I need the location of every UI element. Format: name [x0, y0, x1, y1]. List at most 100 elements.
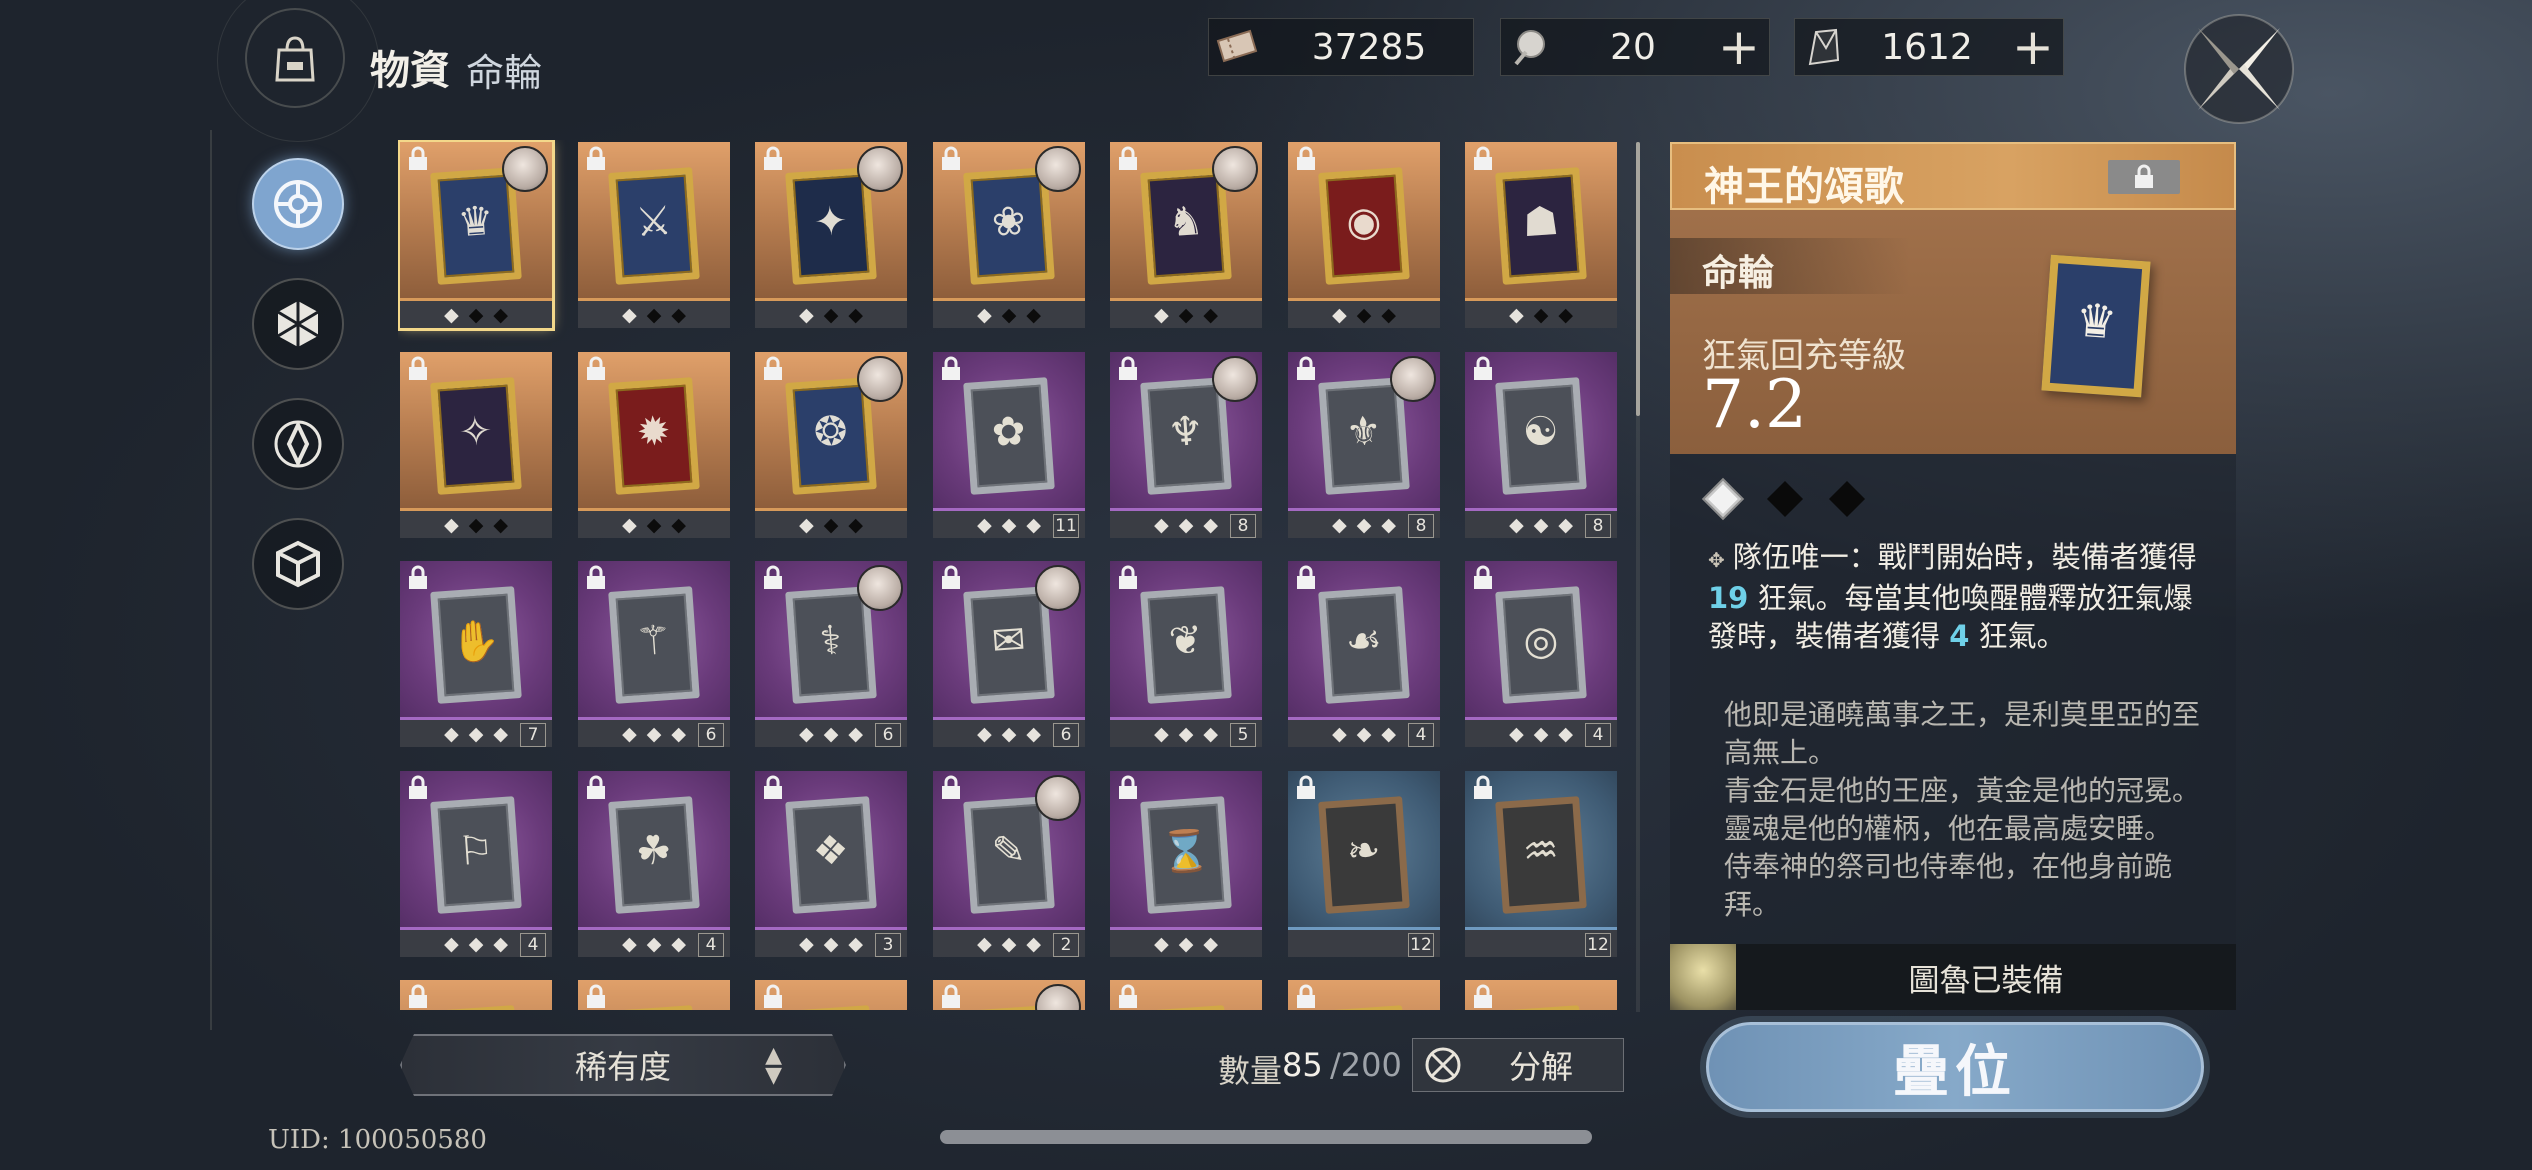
fate-wheel-card[interactable] [933, 980, 1085, 1010]
fate-wheel-card[interactable]: ✧ ◆ ◆ ◆ [400, 352, 552, 538]
grid-scrollbar[interactable] [1636, 142, 1640, 416]
card-artwork: ⚐ [430, 796, 522, 914]
dismantle-button[interactable]: 分解 [1412, 1038, 1624, 1092]
rank-diamond-icon: ◆ [1154, 932, 1169, 955]
rank-diamond-icon: ◆ [823, 303, 839, 326]
fate-wheel-card[interactable]: ◉ ◆ ◆ ◆ [1288, 142, 1440, 328]
rank-diamond-icon: ◆ [848, 932, 863, 955]
card-rank-bar: ◆ ◆ ◆ 6 [933, 717, 1085, 747]
currency-ticket: 37285 [1208, 18, 1474, 76]
rank-diamond-icon: ◆ [848, 513, 863, 536]
rank-diamond-icon: ◆ [1203, 722, 1218, 745]
rank-diamond-icon: ◆ [1558, 303, 1573, 326]
stack-button-label: 疊位 [1893, 1038, 2017, 1105]
fate-wheel-card[interactable]: ❦ ◆ ◆ ◆ 5 [1110, 561, 1262, 747]
fate-wheel-card[interactable]: ✎ ◆ ◆ ◆ 2 [933, 771, 1085, 957]
fate-wheel-card[interactable] [1110, 980, 1262, 1010]
lock-icon [942, 775, 960, 799]
rank-diamond-icon: ◆ [1001, 722, 1017, 745]
fate-wheel-card[interactable]: ♒ 12 [1465, 771, 1617, 957]
stack-button[interactable]: 疊位 [1706, 1022, 2204, 1112]
card-artwork: ⚚ [608, 586, 700, 704]
fate-wheel-card[interactable]: ♞ ◆ ◆ ◆ [1110, 142, 1262, 328]
fate-wheel-card[interactable]: ❖ ◆ ◆ ◆ 3 [755, 771, 907, 957]
card-level-number: 12 [1585, 933, 1611, 957]
detail-card-image: ♛ [2041, 254, 2151, 398]
fate-wheel-card[interactable]: ◎ ◆ ◆ ◆ 4 [1465, 561, 1617, 747]
fate-wheel-card[interactable]: ♛ ◆ ◆ ◆ [398, 140, 555, 331]
fate-wheel-card[interactable] [400, 980, 552, 1010]
card-emblem-icon: ◉ [1344, 197, 1383, 247]
rank-diamond-icon: ◆ [1001, 303, 1017, 326]
currency-orb: 20 + [1500, 18, 1770, 76]
card-artwork: ☯ [1495, 377, 1587, 495]
sort-arrows-icon: ▲ ▼ [765, 1043, 782, 1088]
card-emblem-icon: ❖ [811, 826, 851, 876]
card-level-number: 6 [1053, 723, 1079, 747]
crystal-icon [1795, 19, 1851, 75]
fate-wheel-card[interactable] [1288, 980, 1440, 1010]
rank-diamond-icon: ◆ [622, 303, 637, 326]
nav-fate-wheel[interactable] [252, 158, 344, 250]
fate-wheel-card[interactable]: ❂ ◆ ◆ ◆ [755, 352, 907, 538]
equipped-character-avatar [857, 356, 903, 402]
equipped-character-avatar [1390, 356, 1436, 402]
rank-diamond-icon: ◆ [1026, 932, 1041, 955]
card-level-number: 11 [1053, 514, 1079, 538]
fate-wheel-card[interactable]: ♆ ◆ ◆ ◆ 8 [1110, 352, 1262, 538]
fate-wheel-card[interactable]: ✹ ◆ ◆ ◆ [578, 352, 730, 538]
inventory-count-label: 數量 [1218, 1052, 1283, 1090]
nav-category-3[interactable] [252, 398, 344, 490]
sort-rarity-select[interactable]: 稀有度 ▲ ▼ [400, 1034, 846, 1096]
fate-wheel-card[interactable] [1465, 980, 1617, 1010]
card-emblem-icon: ⚜ [1344, 407, 1384, 457]
compass-menu-button[interactable] [2180, 10, 2298, 128]
card-emblem-icon: ☙ [1344, 616, 1384, 666]
card-rank-bar: 12 [1288, 927, 1440, 957]
rank-diamond-icon: ◆ [444, 303, 459, 326]
nav-category-4[interactable] [252, 518, 344, 610]
add-orb-button[interactable]: + [1709, 22, 1769, 72]
fate-wheel-card[interactable]: ✿ ◆ ◆ ◆ 11 [933, 352, 1085, 538]
fate-wheel-card[interactable] [755, 980, 907, 1010]
home-indicator-bar[interactable] [940, 1130, 1592, 1144]
fate-wheel-card[interactable]: ⚔ ◆ ◆ ◆ [578, 142, 730, 328]
fate-wheel-card[interactable]: ✉ ◆ ◆ ◆ 6 [933, 561, 1085, 747]
item-grid: ♛ ◆ ◆ ◆ ⚔ ◆ ◆ ◆ ✦ ◆ ◆ ◆ ❀ ◆ ◆ ◆ ♞ ◆ ◆ ◆ ◉ ◆ ◆ ◆ ☗ ◆ ◆ ◆ ✧ ◆ ◆ ◆ ✹ ◆ ◆ ◆ ❂ ◆ ◆ ◆… [398, 140, 1623, 1010]
fate-wheel-card[interactable]: ⚕ ◆ ◆ ◆ 6 [755, 561, 907, 747]
fate-wheel-card[interactable]: ⌛ ◆ ◆ ◆ [1110, 771, 1262, 957]
add-crystal-button[interactable]: + [2003, 22, 2063, 72]
fate-wheel-card[interactable]: ⚚ ◆ ◆ ◆ 6 [578, 561, 730, 747]
sort-rarity-label: 稀有度 [574, 1048, 671, 1086]
bag-logo [217, 0, 379, 142]
fate-wheel-card[interactable]: ❧ 12 [1288, 771, 1440, 957]
card-emblem-icon: ❧ [1345, 826, 1383, 876]
fate-wheel-card[interactable]: ☯ ◆ ◆ ◆ 8 [1465, 352, 1617, 538]
card-rank-bar: ◆ ◆ ◆ [400, 298, 552, 328]
rank-diamond-icon [1766, 480, 1804, 518]
fate-wheel-card[interactable]: ☘ ◆ ◆ ◆ 4 [578, 771, 730, 957]
rank-diamond-icon: ◆ [1026, 513, 1041, 536]
card-artwork: ✹ [608, 377, 700, 495]
card-rank-bar: ◆ ◆ ◆ [1288, 298, 1440, 328]
fate-wheel-card[interactable]: ✦ ◆ ◆ ◆ [755, 142, 907, 328]
fate-wheel-card[interactable]: ⚐ ◆ ◆ ◆ 4 [400, 771, 552, 957]
card-rank-bar: ◆ ◆ ◆ [755, 298, 907, 328]
detail-description[interactable]: ✥ 隊伍唯一：戰鬥開始時，裝備者獲得 19 狂氣。每當其他喚醒體釋放狂氣爆發時，裝… [1670, 454, 2236, 944]
rank-diamond-icon: ◆ [1154, 722, 1169, 745]
rank-diamond-icon: ◆ [646, 932, 662, 955]
fate-wheel-card[interactable]: ✋ ◆ ◆ ◆ 7 [400, 561, 552, 747]
page-title: 物資 [370, 47, 450, 94]
nav-category-2[interactable] [252, 278, 344, 370]
effect-text-1: 隊伍唯一：戰鬥開始時，裝備者獲得 [1732, 540, 2197, 574]
rank-diamond-icon: ◆ [1178, 932, 1194, 955]
fate-wheel-card[interactable]: ⚜ ◆ ◆ ◆ 8 [1288, 352, 1440, 538]
fate-wheel-card[interactable]: ☗ ◆ ◆ ◆ [1465, 142, 1617, 328]
card-artwork: ◎ [1495, 586, 1587, 704]
fate-wheel-card[interactable] [578, 980, 730, 1010]
fate-wheel-card[interactable]: ☙ ◆ ◆ ◆ 4 [1288, 561, 1440, 747]
card-emblem-icon: ♛ [456, 197, 496, 247]
card-artwork: ⚔ [608, 167, 700, 285]
fate-wheel-card[interactable]: ❀ ◆ ◆ ◆ [933, 142, 1085, 328]
detail-lock-button[interactable] [2108, 160, 2180, 194]
